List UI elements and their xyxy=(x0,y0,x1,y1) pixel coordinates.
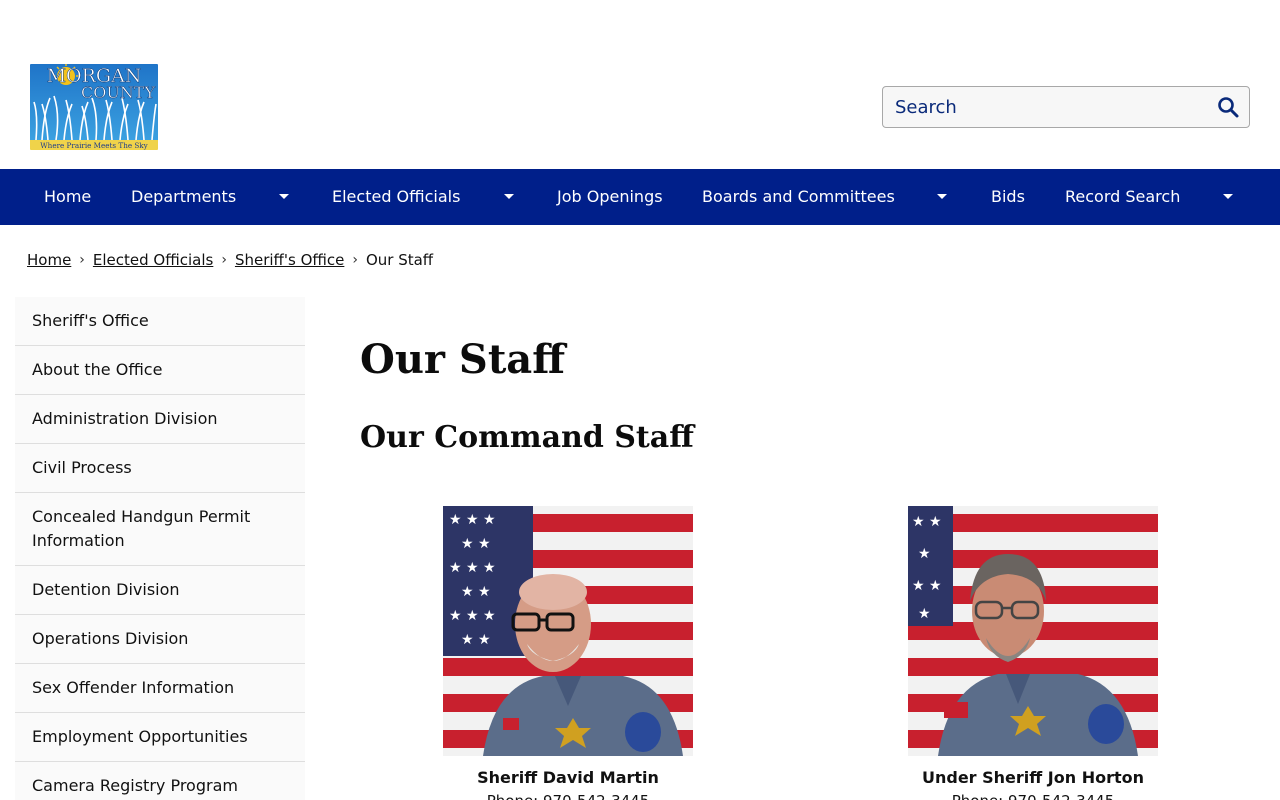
nav-bids[interactable]: Bids xyxy=(991,169,1025,225)
staff-photo: ★ ★ ★ ★ ★ ★ xyxy=(908,506,1158,756)
svg-text:★ ★: ★ ★ xyxy=(461,584,491,600)
main-nav: Home Departments Elected Officials Job O… xyxy=(0,169,1280,225)
staff-phone: Phone: 970-542-3445 xyxy=(383,792,753,800)
elected-officials-dropdown-icon[interactable] xyxy=(504,194,514,199)
search-input[interactable] xyxy=(883,87,1203,127)
nav-home[interactable]: Home xyxy=(44,169,91,225)
breadcrumb-home[interactable]: Home xyxy=(27,251,71,269)
logo-line2: COUNTY xyxy=(81,83,156,102)
record-search-dropdown-icon[interactable] xyxy=(1223,194,1233,199)
nav-boards-committees[interactable]: Boards and Committees xyxy=(702,169,895,225)
svg-text:★ ★: ★ ★ xyxy=(461,632,491,648)
sidebar-item-civil-process[interactable]: Civil Process xyxy=(15,444,305,493)
svg-text:★ ★ ★: ★ ★ ★ xyxy=(449,560,496,576)
nav-job-openings[interactable]: Job Openings xyxy=(557,169,663,225)
sidebar-item-camera-registry[interactable]: Camera Registry Program xyxy=(15,762,305,800)
sidebar-item-detention[interactable]: Detention Division xyxy=(15,566,305,615)
staff-card: ★ ★ ★ ★ ★ ★ ★ ★ ★ ★ ★ ★ ★ ★ ★ Sheriff David… xyxy=(443,506,693,800)
nav-departments[interactable]: Departments xyxy=(131,169,236,225)
section-title: Our Command Staff xyxy=(360,420,694,455)
staff-name: Sheriff David Martin xyxy=(477,768,659,787)
svg-text:★: ★ xyxy=(918,606,931,622)
staff-card: ★ ★★ ★ ★★ Under Sheriff Jon Horton Phone… xyxy=(908,506,1158,800)
breadcrumb-elected-officials[interactable]: Elected Officials xyxy=(93,251,213,269)
sidebar-item-operations[interactable]: Operations Division xyxy=(15,615,305,664)
departments-dropdown-icon[interactable] xyxy=(279,194,289,199)
breadcrumb-current: Our Staff xyxy=(365,251,434,269)
svg-text:★ ★: ★ ★ xyxy=(912,578,942,594)
sidebar-item-about[interactable]: About the Office xyxy=(15,346,305,395)
svg-text:★ ★: ★ ★ xyxy=(912,514,942,530)
nav-record-search[interactable]: Record Search xyxy=(1065,169,1180,225)
svg-text:★ ★: ★ ★ xyxy=(461,536,491,552)
search-button[interactable] xyxy=(1215,95,1241,121)
search-box xyxy=(882,86,1250,128)
staff-name: Under Sheriff Jon Horton xyxy=(921,768,1145,787)
breadcrumb-sheriffs-office[interactable]: Sheriff's Office xyxy=(235,251,344,269)
sidebar-item-concealed-handgun[interactable]: Concealed Handgun Permit Information xyxy=(15,493,305,566)
page-title: Our Staff xyxy=(360,336,566,383)
svg-text:★: ★ xyxy=(918,546,931,562)
staff-phone: Phone: 970-542-3445 xyxy=(848,792,1218,800)
boards-dropdown-icon[interactable] xyxy=(937,194,947,199)
breadcrumb-separator: › xyxy=(221,252,227,268)
logo-tagline: Where Prairie Meets The Sky xyxy=(40,141,148,150)
sidebar-nav: Sheriff's Office About the Office Admini… xyxy=(15,297,305,800)
sidebar-item-sheriffs-office[interactable]: Sheriff's Office xyxy=(15,297,305,346)
county-logo[interactable]: MORGAN COUNTY Where Prairie Meets The Sk… xyxy=(30,64,158,150)
svg-text:★ ★ ★: ★ ★ ★ xyxy=(449,608,496,624)
nav-elected-officials[interactable]: Elected Officials xyxy=(332,169,460,225)
site-header: MORGAN COUNTY Where Prairie Meets The Sk… xyxy=(0,0,1280,169)
sidebar-item-administration[interactable]: Administration Division xyxy=(15,395,305,444)
sidebar-item-sex-offender[interactable]: Sex Offender Information xyxy=(15,664,305,713)
sidebar-item-employment[interactable]: Employment Opportunities xyxy=(15,713,305,762)
staff-photo: ★ ★ ★ ★ ★ ★ ★ ★ ★ ★ ★ ★ ★ ★ ★ xyxy=(443,506,693,756)
breadcrumb-separator: › xyxy=(79,252,85,268)
breadcrumb-separator: › xyxy=(352,252,358,268)
breadcrumb: Home › Elected Officials › Sheriff's Off… xyxy=(27,249,433,271)
svg-text:★ ★ ★: ★ ★ ★ xyxy=(449,512,496,528)
search-icon xyxy=(1218,97,1239,118)
